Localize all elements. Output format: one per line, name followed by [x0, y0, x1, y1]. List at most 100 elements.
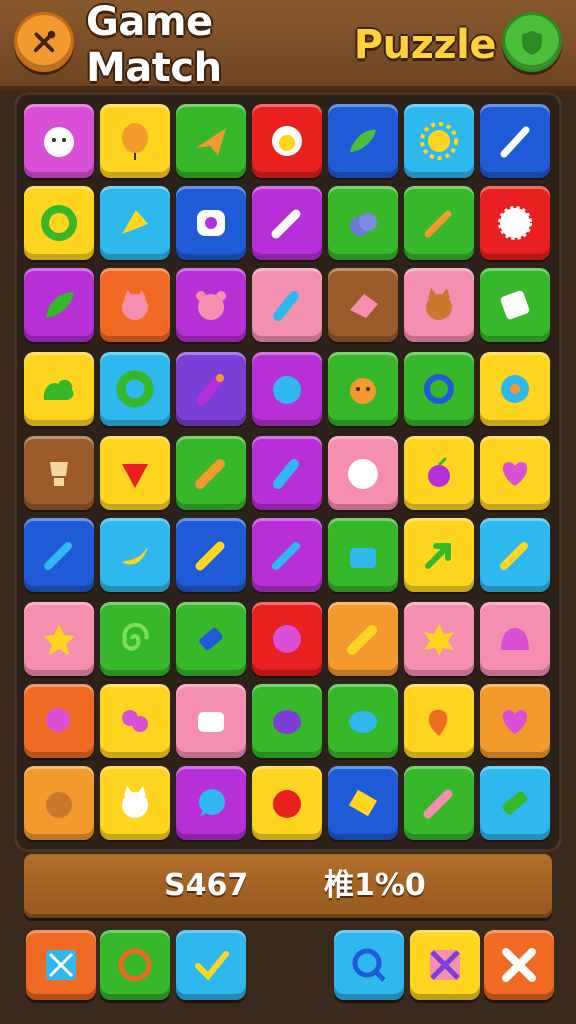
- game-tile[interactable]: [24, 766, 94, 840]
- shuffle-button[interactable]: [26, 930, 96, 1000]
- refresh-icon: [118, 948, 152, 982]
- game-tile[interactable]: [328, 352, 398, 426]
- game-tile[interactable]: [252, 186, 322, 260]
- tools-icon: [33, 30, 56, 53]
- check-icon: [195, 951, 229, 981]
- game-tile[interactable]: [328, 766, 398, 840]
- game-tile[interactable]: [100, 684, 170, 758]
- game-tile[interactable]: [404, 518, 474, 592]
- game-tile[interactable]: [100, 352, 170, 426]
- game-tile[interactable]: [404, 352, 474, 426]
- blob-icon: [273, 376, 301, 404]
- glue-stick-icon: [347, 625, 377, 655]
- game-tile[interactable]: [404, 602, 474, 676]
- fish-icon: [349, 711, 377, 733]
- slime-icon: [501, 628, 529, 650]
- pen-icon: [44, 542, 72, 570]
- game-tile[interactable]: [328, 436, 398, 510]
- title-part-2: Puzzle: [353, 22, 497, 68]
- game-tile[interactable]: [100, 104, 170, 178]
- refresh-button[interactable]: [100, 930, 170, 1000]
- pencil-icon: [424, 210, 452, 238]
- eraser-icon: [350, 294, 378, 318]
- game-tile[interactable]: [252, 602, 322, 676]
- game-tile[interactable]: [176, 766, 246, 840]
- game-tile[interactable]: [480, 436, 550, 510]
- game-tile[interactable]: [100, 602, 170, 676]
- game-tile[interactable]: [252, 518, 322, 592]
- game-tile[interactable]: [24, 518, 94, 592]
- game-tile[interactable]: [328, 518, 398, 592]
- game-tile[interactable]: [480, 766, 550, 840]
- game-tile[interactable]: [100, 268, 170, 342]
- game-tile[interactable]: [100, 186, 170, 260]
- crayon-icon: [195, 541, 225, 571]
- header-bar: Game Match Puzzle: [0, 0, 576, 91]
- game-tile[interactable]: [252, 684, 322, 758]
- brush-icon: [500, 126, 530, 158]
- marker-pink-icon: [423, 789, 453, 819]
- game-tile[interactable]: [24, 104, 94, 178]
- fluffy-creature-icon: [44, 127, 74, 157]
- bear-icon: [196, 291, 226, 320]
- game-tile[interactable]: [24, 268, 94, 342]
- game-tile[interactable]: [404, 186, 474, 260]
- game-tile[interactable]: [24, 352, 94, 426]
- kitten-icon: [122, 786, 148, 818]
- apple-icon: [273, 790, 301, 818]
- game-tile[interactable]: [328, 186, 398, 260]
- game-tile[interactable]: [176, 186, 246, 260]
- close-button[interactable]: [484, 930, 554, 1000]
- game-tile[interactable]: [176, 436, 246, 510]
- game-tile[interactable]: [24, 684, 94, 758]
- game-tile[interactable]: [404, 268, 474, 342]
- marker-icon: [271, 209, 301, 239]
- tools-button[interactable]: [14, 12, 74, 72]
- game-tile[interactable]: [328, 684, 398, 758]
- game-tile[interactable]: [176, 104, 246, 178]
- glue-icon: [197, 374, 224, 405]
- game-tile[interactable]: [480, 104, 550, 178]
- search-icon: [352, 948, 386, 982]
- game-tile[interactable]: [252, 352, 322, 426]
- check-button[interactable]: [176, 930, 246, 1000]
- game-tile[interactable]: [24, 186, 94, 260]
- search-button[interactable]: [334, 930, 404, 1000]
- game-tile[interactable]: [328, 104, 398, 178]
- game-tile[interactable]: [100, 436, 170, 510]
- game-tile[interactable]: [176, 352, 246, 426]
- game-tile[interactable]: [176, 602, 246, 676]
- game-tile[interactable]: [404, 436, 474, 510]
- game-tile[interactable]: [252, 436, 322, 510]
- game-tile[interactable]: [480, 268, 550, 342]
- game-tile[interactable]: [480, 352, 550, 426]
- game-tile[interactable]: [480, 602, 550, 676]
- game-tile[interactable]: [404, 766, 474, 840]
- game-tile[interactable]: [480, 684, 550, 758]
- crossed-tools-button[interactable]: [410, 930, 480, 1000]
- game-tile[interactable]: [480, 518, 550, 592]
- game-tile[interactable]: [176, 268, 246, 342]
- bush-icon: [43, 379, 74, 400]
- game-tile[interactable]: [252, 104, 322, 178]
- game-tile[interactable]: [176, 684, 246, 758]
- shield-icon: [522, 30, 542, 55]
- game-tile[interactable]: [404, 104, 474, 178]
- game-board: [14, 92, 562, 852]
- trophy-icon: [50, 462, 68, 486]
- game-tile[interactable]: [480, 186, 550, 260]
- flower-icon: [501, 375, 529, 403]
- game-tile[interactable]: [100, 766, 170, 840]
- game-tile[interactable]: [100, 518, 170, 592]
- shield-button[interactable]: [502, 12, 562, 72]
- game-tile[interactable]: [404, 684, 474, 758]
- bag-icon: [350, 548, 376, 568]
- berry-icon: [350, 213, 377, 236]
- game-tile[interactable]: [24, 436, 94, 510]
- game-tile[interactable]: [252, 766, 322, 840]
- game-tile[interactable]: [328, 602, 398, 676]
- game-tile[interactable]: [24, 602, 94, 676]
- game-tile[interactable]: [176, 518, 246, 592]
- game-tile[interactable]: [252, 268, 322, 342]
- game-tile[interactable]: [328, 268, 398, 342]
